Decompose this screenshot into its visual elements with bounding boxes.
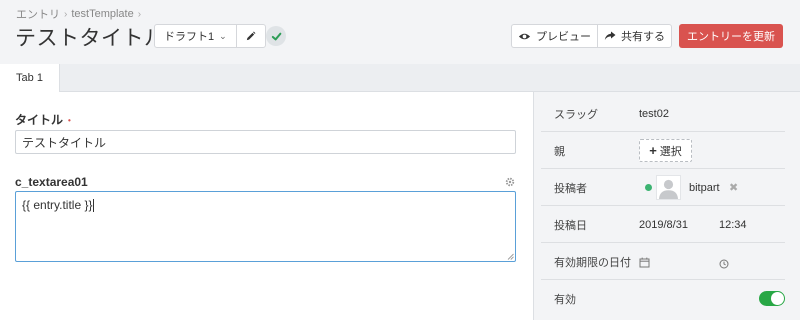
breadcrumb: エントリ › testTemplate › (16, 6, 141, 22)
author-row: 投稿者 bitpart ✖ (541, 169, 785, 206)
expiry-row: 有効期限の日付 (541, 243, 785, 280)
textarea-input[interactable]: {{ entry.title }} (15, 191, 516, 262)
entry-header: エントリ › testTemplate › テストタイトル ドラフト1 ⌄ プレ… (0, 0, 800, 64)
chevron-down-icon: ⌄ (219, 30, 227, 41)
update-entry-button[interactable]: エントリーを更新 (679, 24, 783, 48)
post-time-input[interactable]: 12:34 (719, 206, 747, 243)
parent-label: 親 (554, 145, 565, 158)
plus-icon: + (649, 143, 657, 158)
edit-draft-button[interactable] (237, 25, 265, 47)
enabled-toggle[interactable] (759, 291, 785, 306)
resize-handle-icon[interactable] (507, 253, 514, 260)
post-date-label: 投稿日 (554, 219, 587, 232)
expiry-date-input[interactable] (639, 255, 650, 273)
entry-settings-panel: スラッグ test02 親 + 選択 投稿者 bitpart ✖ 投稿日 201… (533, 92, 800, 320)
remove-author-icon[interactable]: ✖ (729, 169, 738, 206)
user-silhouette-icon (659, 179, 678, 199)
pencil-icon (247, 31, 256, 40)
author-label: 投稿者 (554, 182, 587, 195)
check-icon (271, 32, 281, 40)
preview-label: プレビュー (536, 31, 591, 43)
title-input-value: テストタイトル (22, 135, 107, 150)
share-label: 共有する (621, 31, 665, 43)
toggle-knob (771, 292, 784, 305)
gear-icon[interactable] (505, 177, 515, 190)
title-label-text: タイトル (15, 113, 64, 127)
post-date-row: 投稿日 2019/8/31 12:34 (541, 206, 785, 243)
share-button[interactable]: 共有する (597, 24, 672, 48)
slug-value[interactable]: test02 (639, 95, 669, 132)
draft-control: ドラフト1 ⌄ (154, 24, 266, 48)
enabled-row: 有効 (541, 280, 785, 317)
title-field-label: タイトル • (15, 111, 71, 128)
post-date-input[interactable]: 2019/8/31 (639, 206, 688, 243)
text-caret (92, 199, 94, 213)
online-status-icon (645, 184, 652, 191)
textarea-value: {{ entry.title }} (22, 198, 93, 212)
select-parent-label: 選択 (659, 145, 682, 158)
author-name: bitpart (689, 181, 720, 194)
calendar-icon (639, 257, 650, 268)
avatar (656, 175, 681, 200)
slug-row: スラッグ test02 (541, 95, 785, 132)
tab-1[interactable]: Tab 1 (0, 64, 60, 92)
title-input[interactable]: テストタイトル (15, 130, 516, 154)
eye-icon (518, 33, 531, 39)
required-marker: • (68, 116, 71, 126)
draft-label: ドラフト1 (164, 31, 215, 43)
slug-label: スラッグ (554, 108, 598, 121)
draft-select-button[interactable]: ドラフト1 ⌄ (155, 25, 237, 47)
textarea-field-label: c_textarea01 (15, 175, 88, 189)
breadcrumb-item-entries[interactable]: エントリ (16, 6, 60, 22)
parent-row: 親 + 選択 (541, 132, 785, 169)
tab-bar: Tab 1 (0, 64, 800, 92)
clock-icon (719, 259, 729, 269)
breadcrumb-separator: › (137, 8, 142, 20)
gear-glyph (505, 177, 515, 187)
expiry-label: 有効期限の日付 (554, 256, 631, 269)
breadcrumb-separator: › (64, 8, 68, 20)
entry-form: タイトル • テストタイトル c_textarea01 {{ entry.titl… (0, 92, 533, 320)
preview-button[interactable]: プレビュー (511, 24, 597, 48)
saved-status-indicator (266, 26, 286, 46)
select-parent-button[interactable]: + 選択 (639, 139, 692, 162)
enabled-label: 有効 (554, 293, 576, 306)
share-arrow-icon (604, 31, 616, 40)
breadcrumb-item-template[interactable]: testTemplate (71, 8, 133, 20)
page-title: テストタイトル (15, 27, 166, 50)
expiry-time-input[interactable] (719, 256, 729, 274)
